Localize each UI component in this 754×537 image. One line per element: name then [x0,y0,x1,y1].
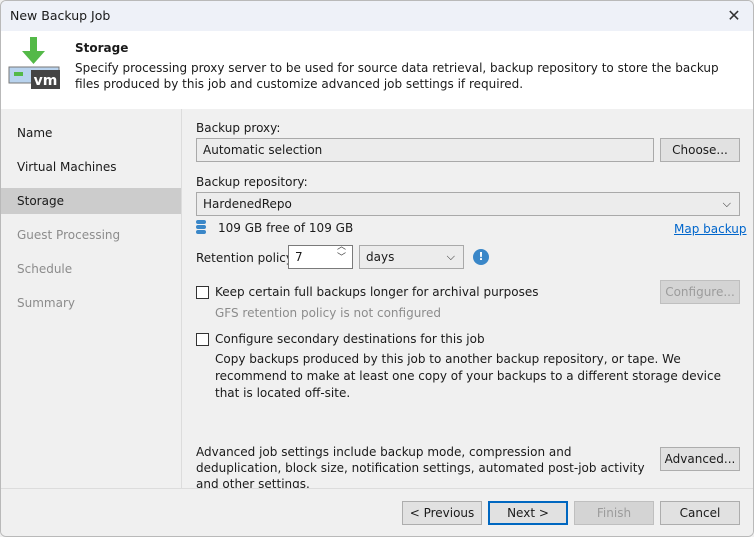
retention-label: Retention policy: [196,251,297,265]
keep-full-backups-label[interactable]: Keep certain full backups longer for arc… [215,285,538,299]
storage-settings: Backup proxy: Automatic selection Choose… [182,109,753,491]
step-name[interactable]: Name [1,120,181,146]
info-icon[interactable]: ! [473,249,489,265]
chevron-down-icon: ⌵ [446,250,455,263]
choose-proxy-button[interactable]: Choose... [660,138,740,162]
svg-text:vm: vm [34,73,58,89]
new-backup-job-dialog: New Backup Job ✕ vm Storage Specify proc… [0,0,754,537]
retention-unit-select[interactable]: days ⌵ [359,245,464,269]
next-button[interactable]: Next > [488,501,568,525]
wizard-steps: Name Virtual Machines Storage Guest Proc… [1,109,182,488]
step-virtual-machines[interactable]: Virtual Machines [1,154,181,180]
window-title: New Backup Job [10,8,111,23]
database-icon [196,220,206,234]
retention-unit-value: days [366,250,395,264]
advanced-settings-description: Advanced job settings include backup mod… [196,445,645,491]
gfs-status: GFS retention policy is not configured [215,306,441,320]
previous-button[interactable]: < Previous [402,501,482,525]
advanced-settings-button[interactable]: Advanced... [660,447,740,471]
wizard-footer: < Previous Next > Finish Cancel [1,488,753,536]
cancel-button[interactable]: Cancel [660,501,740,525]
page-description: Specify processing proxy server to be us… [75,61,719,91]
repository-select[interactable]: HardenedRepo ⌵ [196,192,740,216]
repository-free-space: 109 GB free of 109 GB [218,221,354,235]
secondary-destinations-description: Copy backups produced by this job to ano… [215,352,721,400]
configure-gfs-button: Configure... [660,280,740,304]
repository-label: Backup repository: [196,175,308,189]
step-schedule: Schedule [17,262,73,276]
secondary-destinations-checkbox[interactable] [196,333,209,346]
proxy-field: Automatic selection [196,138,654,162]
map-backup-link[interactable]: Map backup [674,222,747,236]
keep-full-backups-checkbox[interactable] [196,286,209,299]
step-storage[interactable]: Storage [1,188,181,214]
chevron-down-icon: ⌵ [722,197,731,210]
finish-button: Finish [574,501,654,525]
title-bar: New Backup Job ✕ [1,1,753,31]
secondary-destinations-label[interactable]: Configure secondary destinations for thi… [215,332,485,346]
stepper-arrows-icon[interactable]: ︿ ﹀ [337,242,346,264]
retention-value: 7 [295,250,303,264]
step-summary: Summary [17,296,75,310]
repository-value: HardenedRepo [203,197,292,211]
wizard-header: vm Storage Specify processing proxy serv… [1,31,753,109]
step-guest-processing: Guest Processing [17,228,121,242]
backup-vm-logo: vm [8,37,60,89]
close-icon[interactable]: ✕ [721,4,747,28]
retention-stepper[interactable]: 7 ︿ ﹀ [288,242,353,269]
proxy-label: Backup proxy: [196,121,281,135]
page-title: Storage [75,41,129,55]
